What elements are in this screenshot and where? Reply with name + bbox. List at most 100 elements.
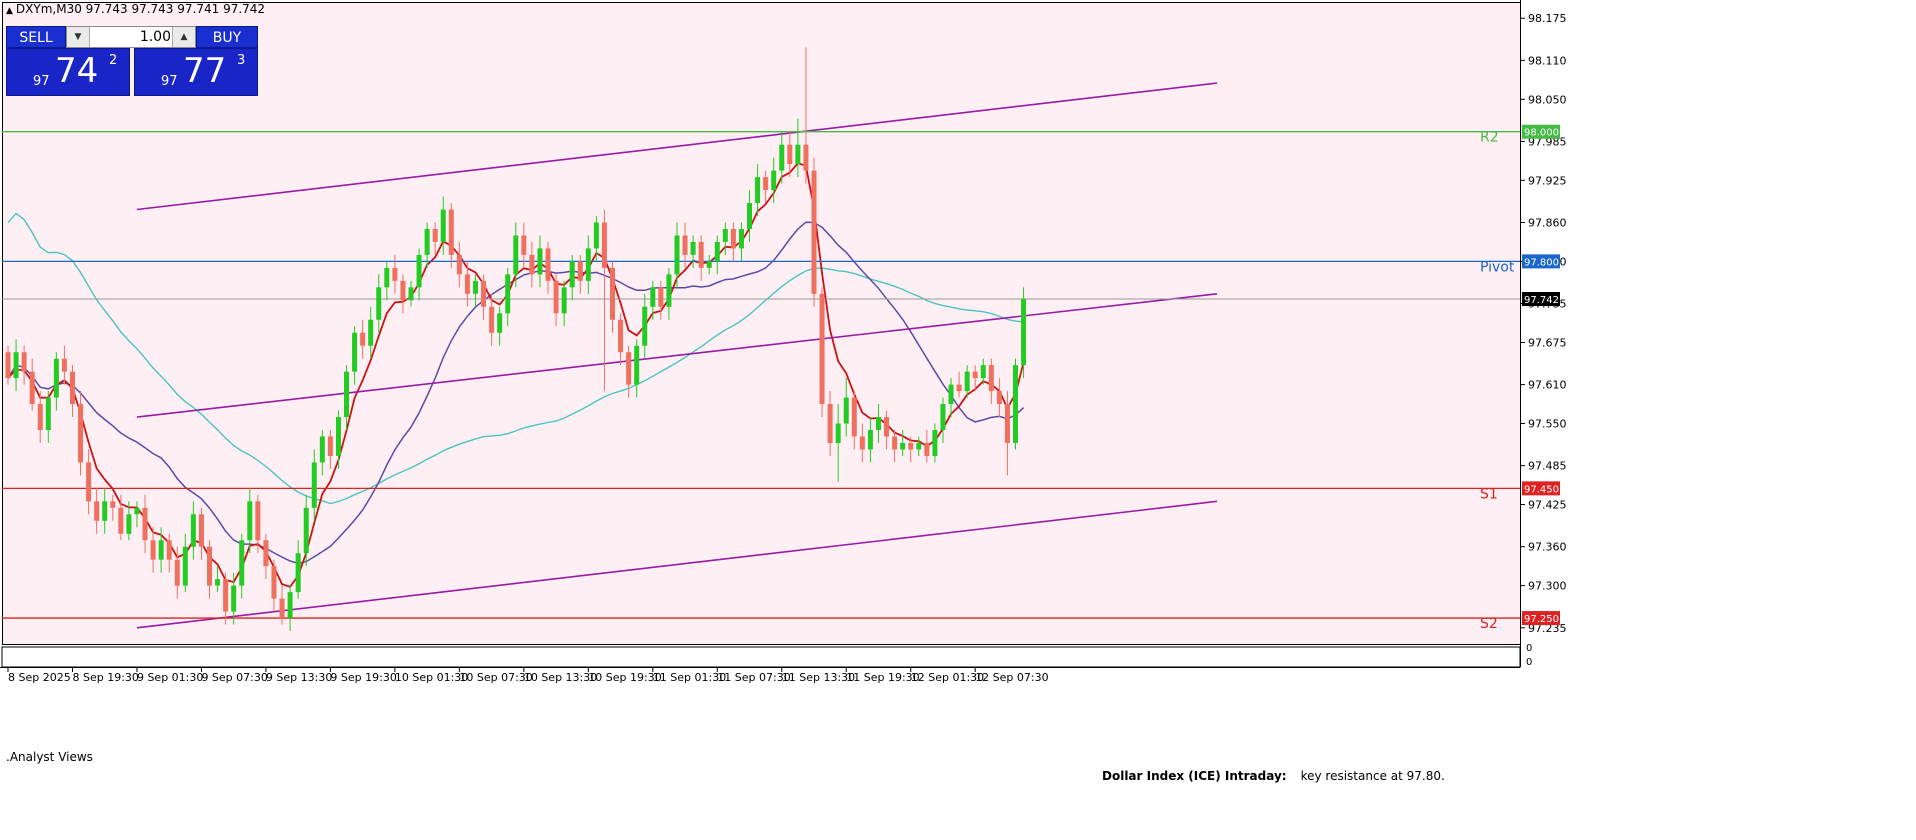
collapse-triangle-icon[interactable]: ▲: [6, 6, 13, 16]
x-tick-label: 9 Sep 01:30: [137, 671, 203, 684]
bull-candle-body: [795, 144, 801, 165]
bear-candle-body: [1004, 404, 1010, 443]
bear-candle-body: [174, 559, 180, 586]
x-tick-label: 9 Sep 13:30: [266, 671, 332, 684]
bear-candle-body: [166, 540, 172, 560]
chart-window: 98.17598.11098.05097.98597.92597.86097.8…: [0, 0, 1916, 840]
bull-candle-body: [940, 404, 946, 430]
lot-increase-icon[interactable]: ▲: [172, 27, 195, 47]
bear-candle-body: [521, 235, 527, 255]
bull-candle-body: [239, 540, 245, 586]
bull-candle-body: [755, 177, 761, 204]
bull-candle-body: [13, 352, 19, 379]
bull-candle-body: [344, 371, 350, 418]
bear-candle-body: [223, 579, 229, 612]
bull-candle-body: [932, 430, 938, 456]
y-tick-label: 97.550: [1528, 418, 1567, 431]
level-name-s2: S2: [1480, 616, 1498, 632]
x-tick-label: 11 Sep 01:30: [653, 671, 726, 684]
bear-candle-body: [110, 501, 116, 508]
bull-candle-body: [472, 280, 478, 294]
bull-candle-body: [287, 592, 293, 619]
x-tick-label: 8 Sep 2025: [8, 671, 71, 684]
y-tick-label: 98.110: [1528, 54, 1567, 67]
bull-candle-body: [964, 371, 970, 392]
bear-candle-body: [658, 287, 664, 307]
bull-candle-body: [134, 507, 140, 515]
y-tick-label: 97.425: [1528, 499, 1567, 512]
bull-candle-body: [867, 430, 873, 450]
bull-candle-body: [642, 306, 648, 346]
y-tick-label: 97.300: [1528, 580, 1567, 593]
bull-candle-body: [247, 501, 253, 541]
bear-candle-body: [819, 293, 825, 405]
level-name-s1: S1: [1480, 486, 1498, 502]
x-tick-label: 11 Sep 19:30: [846, 671, 919, 684]
buy-button[interactable]: BUY: [196, 26, 258, 48]
bear-candle-body: [698, 241, 704, 268]
subwindow-scale-label: 0: [1526, 643, 1532, 654]
sell-button[interactable]: SELL: [6, 26, 66, 48]
bull-candle-body: [593, 222, 599, 249]
bear-candle-body: [988, 365, 994, 392]
bull-candle-body: [875, 417, 881, 430]
level-price-label: 98.000: [1524, 128, 1559, 139]
x-tick-label: 11 Sep 13:30: [782, 671, 855, 684]
bull-candle-body: [513, 235, 519, 275]
bear-candle-body: [198, 514, 204, 547]
x-tick-label: 10 Sep 07:30: [459, 671, 532, 684]
bull-candle-body: [126, 514, 132, 534]
bull-candle-body: [714, 241, 720, 262]
bull-candle-body: [674, 235, 680, 275]
buy-quote[interactable]: 97 77 3: [134, 48, 258, 96]
bear-candle-body: [271, 566, 277, 599]
bear-candle-body: [803, 144, 809, 171]
bull-candle-body: [182, 546, 188, 586]
bear-candle-body: [5, 352, 11, 379]
bull-candle-body: [303, 507, 309, 554]
annotation-text: key resistance at 97.80.: [1300, 769, 1445, 783]
y-tick-label: 97.610: [1528, 379, 1567, 392]
bear-candle-body: [996, 391, 1002, 405]
level-price-label: 97.450: [1524, 484, 1559, 495]
x-tick-label: 10 Sep 01:30: [395, 671, 468, 684]
bull-candle-body: [948, 384, 954, 405]
bull-candle-body: [738, 228, 744, 249]
bear-candle-body: [811, 170, 817, 294]
bull-candle-body: [690, 241, 696, 255]
price-chart[interactable]: 98.17598.11098.05097.98597.92597.86097.8…: [0, 0, 1916, 840]
bear-candle-body: [577, 261, 583, 281]
bear-candle-body: [448, 209, 454, 255]
x-tick-label: 10 Sep 19:30: [588, 671, 661, 684]
x-tick-label: 9 Sep 19:30: [330, 671, 396, 684]
bull-candle-body: [376, 287, 382, 320]
bear-candle-body: [118, 507, 124, 534]
bull-candle-body: [295, 553, 301, 593]
x-tick-label: 12 Sep 07:30: [975, 671, 1048, 684]
bear-candle-body: [456, 254, 462, 275]
bear-candle-body: [432, 228, 438, 242]
bear-candle-body: [730, 228, 736, 249]
level-price-label: 97.250: [1524, 614, 1559, 625]
y-tick-label: 98.050: [1528, 93, 1567, 106]
lot-size-control: ▼ ▲: [66, 26, 196, 48]
bear-candle-body: [61, 358, 67, 372]
bull-candle-body: [666, 274, 672, 307]
buy-quote-pips: 77: [183, 51, 227, 91]
y-tick-label: 97.360: [1528, 541, 1567, 554]
sell-quote[interactable]: 97 74 2: [6, 48, 130, 96]
bull-candle-body: [311, 462, 317, 508]
bull-candle-body: [1021, 299, 1027, 366]
bull-candle-body: [585, 248, 591, 281]
bull-candle-body: [634, 345, 640, 385]
lot-size-input[interactable]: [91, 28, 171, 46]
bull-candle-body: [706, 261, 712, 268]
lot-decrease-icon[interactable]: ▼: [67, 27, 90, 47]
bull-candle-body: [319, 436, 325, 463]
bear-candle-body: [859, 436, 865, 450]
bear-candle-body: [626, 352, 632, 385]
y-tick-label: 98.175: [1528, 12, 1567, 25]
bull-candle-body: [45, 397, 51, 430]
bear-candle-body: [610, 267, 615, 320]
bull-candle-body: [424, 228, 430, 255]
